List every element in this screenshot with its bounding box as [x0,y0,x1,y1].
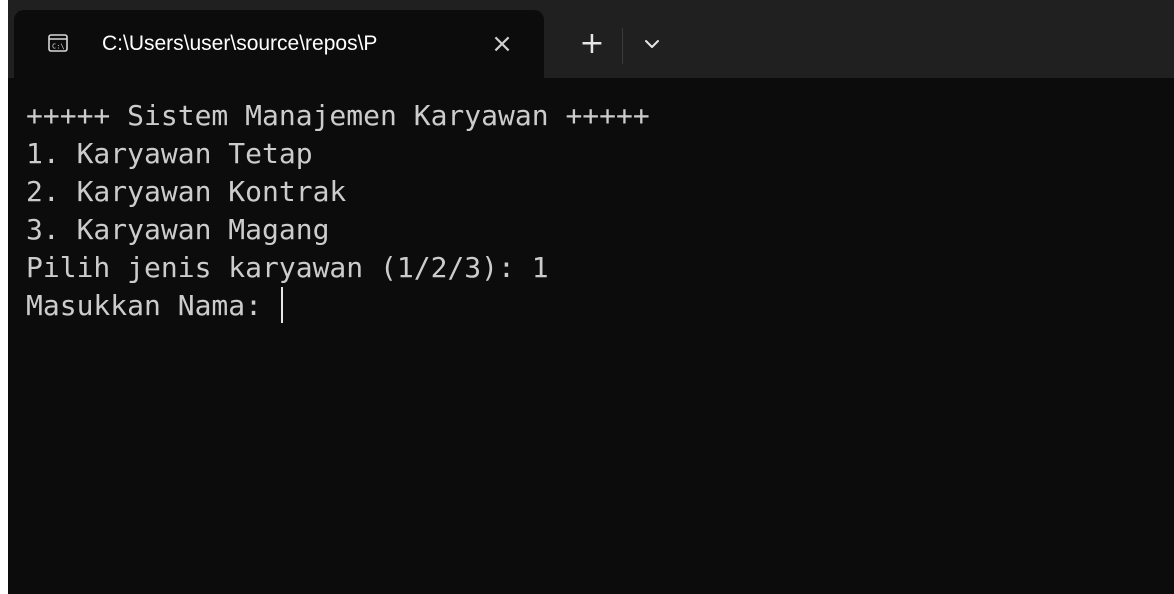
terminal-line-option-1: 1. Karyawan Tetap [26,137,313,170]
svg-text:C:\: C:\ [52,43,65,51]
close-icon[interactable]: × [488,30,516,58]
new-tab-button[interactable]: + [574,26,610,62]
terminal-output[interactable]: +++++ Sistem Manajemen Karyawan +++++ 1.… [8,78,1174,594]
terminal-line-option-2: 2. Karyawan Kontrak [26,175,347,208]
tab-bar: C:\ C:\Users\user\source\repos\P × + [8,0,1174,78]
terminal-icon: C:\ [48,34,68,52]
terminal-line-choice: Pilih jenis karyawan (1/2/3): 1 [26,251,549,284]
chevron-down-icon[interactable] [636,28,668,60]
tab-title: C:\Users\user\source\repos\P [102,32,378,55]
terminal-prompt-text: Masukkan Nama: [26,289,279,322]
terminal-prompt-line[interactable]: Masukkan Nama: [26,287,283,324]
terminal-line-header: +++++ Sistem Manajemen Karyawan +++++ [26,99,650,132]
terminal-window: C:\ C:\Users\user\source\repos\P × + +++… [8,0,1174,594]
text-cursor [280,287,283,323]
tab-separator [622,28,623,64]
tab-console[interactable]: C:\ C:\Users\user\source\repos\P × [14,10,544,78]
terminal-line-option-3: 3. Karyawan Magang [26,213,330,246]
